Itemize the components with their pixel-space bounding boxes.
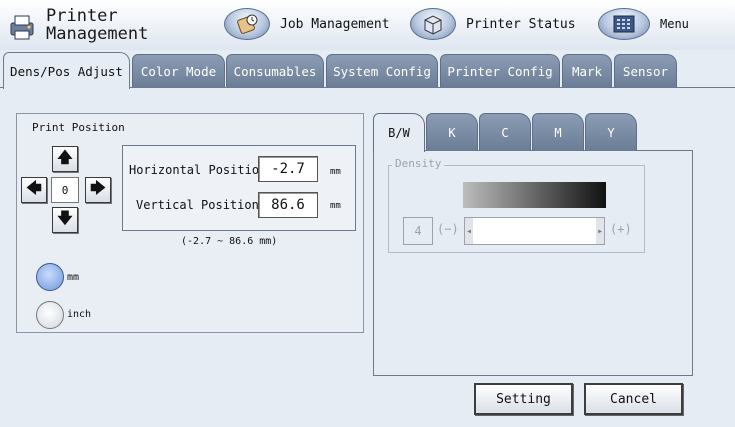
print-position-title: Print Position <box>32 121 125 134</box>
unit-mm-label: mm <box>67 272 80 283</box>
app-title-line2: Management <box>46 24 149 44</box>
tab-mark[interactable]: Mark <box>562 54 612 88</box>
header-bar: Printer Management Job Management Printe… <box>0 0 735 50</box>
arrow-left-button[interactable]: 🡄 <box>21 177 47 203</box>
app-title: Printer Management <box>46 7 148 43</box>
printer-status-label: Printer Status <box>466 16 576 32</box>
position-range-text: (-2.7 ~ 86.6 mm) <box>181 236 278 247</box>
setting-button[interactable]: Setting <box>474 383 573 415</box>
job-management-button[interactable]: Job Management <box>224 6 390 42</box>
unit-inch-label: inch <box>67 309 92 320</box>
horizontal-position-input[interactable]: -2.7 <box>258 156 318 182</box>
density-legend: Density <box>392 157 445 170</box>
arrow-right-icon: 🡆 <box>90 178 106 197</box>
menu-grid-icon <box>598 8 650 40</box>
arrow-up-button[interactable]: 🡅 <box>52 146 78 172</box>
position-center-value: 0 <box>51 177 79 203</box>
tab-color-m[interactable]: M <box>532 113 584 151</box>
tab-color-k[interactable]: K <box>426 113 478 151</box>
arrow-down-button[interactable]: 🡇 <box>52 207 78 233</box>
app-title-line1: Printer <box>46 6 118 26</box>
arrow-up-icon: 🡅 <box>57 147 73 166</box>
density-plus-label: (+) <box>610 222 632 236</box>
vertical-position-input[interactable]: 86.6 <box>258 192 318 218</box>
tab-system-config[interactable]: System Config <box>326 54 438 88</box>
job-management-label: Job Management <box>280 16 390 32</box>
tab-dens-pos-adjust[interactable]: Dens/Pos Adjust <box>3 52 130 89</box>
printer-logo-icon <box>10 15 34 40</box>
horizontal-unit-label: mm <box>330 167 341 177</box>
arrow-down-icon: 🡇 <box>57 208 73 227</box>
printer-status-button[interactable]: Printer Status <box>410 6 576 42</box>
density-slider[interactable]: ◀ ▶ <box>464 217 605 245</box>
tab-sensor[interactable]: Sensor <box>614 54 677 88</box>
arrow-left-icon: 🡄 <box>26 178 42 197</box>
position-values-box <box>122 145 356 231</box>
tab-consumables[interactable]: Consumables <box>226 54 324 88</box>
tab-color-mode[interactable]: Color Mode <box>132 54 225 88</box>
menu-label: Menu <box>660 17 689 31</box>
arrow-right-button[interactable]: 🡆 <box>85 177 111 203</box>
main-tab-bar: Dens/Pos Adjust Color Mode Consumables S… <box>0 52 735 89</box>
vertical-unit-label: mm <box>330 201 341 211</box>
horizontal-position-label: Horizontal Position <box>129 163 267 177</box>
tab-color-bw[interactable]: B/W <box>373 113 425 152</box>
density-value: 4 <box>403 217 433 245</box>
density-gradient-bar <box>463 182 606 208</box>
slider-left-cap-icon: ◀ <box>465 218 473 244</box>
unit-mm-radio[interactable] <box>36 263 64 291</box>
tab-printer-config[interactable]: Printer Config <box>440 54 560 88</box>
unit-inch-radio[interactable] <box>36 301 64 329</box>
vertical-position-label: Vertical Position <box>136 198 259 212</box>
tab-color-y[interactable]: Y <box>585 113 637 151</box>
density-minus-label: (−) <box>437 222 459 236</box>
menu-button[interactable]: Menu <box>598 6 689 42</box>
job-management-icon <box>224 8 270 40</box>
printer-status-icon <box>410 8 456 40</box>
cancel-button[interactable]: Cancel <box>584 383 683 415</box>
tab-color-c[interactable]: C <box>479 113 531 151</box>
slider-right-cap-icon: ▶ <box>596 218 604 244</box>
